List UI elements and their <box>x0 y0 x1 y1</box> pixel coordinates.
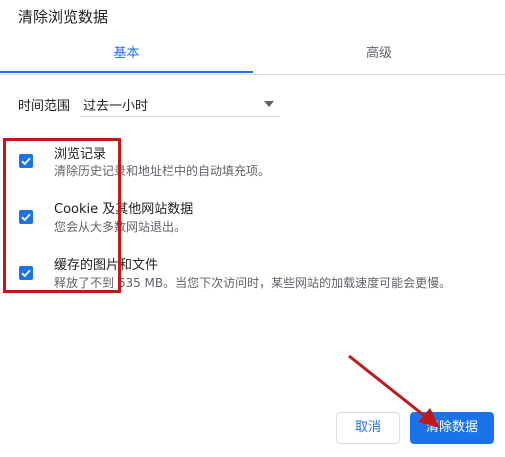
time-range-label: 时间范围 <box>18 99 71 114</box>
check-icon <box>21 157 31 166</box>
tab-advanced[interactable]: 高级 <box>253 40 505 74</box>
time-range-select[interactable]: 过去一小时 <box>80 92 280 117</box>
time-range-value: 过去一小时 <box>83 99 149 114</box>
option-description: 释放了不到 635 MB。当您下次访问时，某些网站的加载速度可能会更慢。 <box>54 276 452 290</box>
option-cache: 缓存的图片和文件 释放了不到 635 MB。当您下次访问时，某些网站的加载速度可… <box>0 252 505 298</box>
cancel-button[interactable]: 取消 <box>336 412 400 444</box>
dialog-title: 清除浏览数据 <box>18 8 109 26</box>
tab-bar: 基本 高级 <box>0 40 505 75</box>
check-icon <box>21 269 31 278</box>
tab-basic[interactable]: 基本 <box>0 40 253 74</box>
cache-checkbox[interactable] <box>19 266 33 280</box>
option-title: 浏览记录 <box>54 147 107 162</box>
option-title: Cookie 及其他网站数据 <box>54 202 194 217</box>
dropdown-arrow-icon <box>264 101 274 107</box>
option-browsing-history: 浏览记录 清除历史记录和地址栏中的自动填充项。 <box>0 140 505 186</box>
cookies-checkbox[interactable] <box>19 210 33 224</box>
browsing-history-checkbox[interactable] <box>19 154 33 168</box>
clear-data-button[interactable]: 清除数据 <box>410 412 494 444</box>
active-tab-indicator <box>0 71 253 73</box>
option-cookies: Cookie 及其他网站数据 您会从大多数网站退出。 <box>0 196 505 242</box>
check-icon <box>21 213 31 222</box>
option-title: 缓存的图片和文件 <box>54 258 159 273</box>
option-description: 清除历史记录和地址栏中的自动填充项。 <box>54 164 271 178</box>
option-description: 您会从大多数网站退出。 <box>54 220 187 234</box>
